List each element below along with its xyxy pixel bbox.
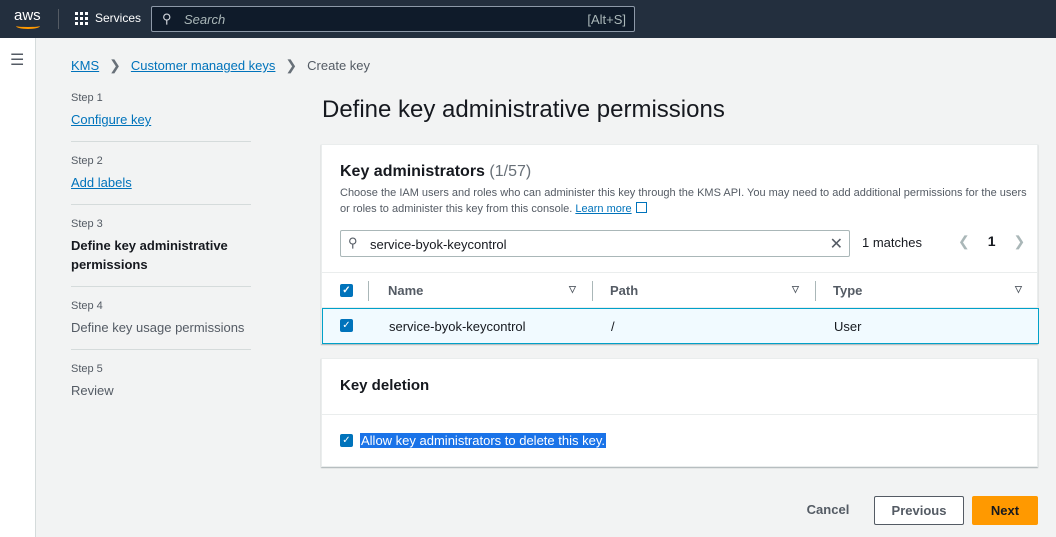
previous-button[interactable]: Previous: [874, 496, 964, 525]
services-label: Services: [95, 11, 142, 25]
table-row[interactable]: ✓ service-byok-keycontrol / User: [322, 308, 1039, 344]
menu-icon[interactable]: ☰: [10, 50, 24, 70]
panel-description: Choose the IAM users and roles who can a…: [340, 185, 1030, 217]
chevron-right-icon: ❯: [285, 57, 298, 73]
step-current-label: Define key administrative permissions: [71, 238, 228, 272]
step-number: Step 1: [71, 92, 103, 104]
row-name: service-byok-keycontrol: [389, 319, 526, 334]
sort-icon[interactable]: ▽: [569, 284, 576, 295]
match-count: 1 matches: [862, 235, 922, 250]
breadcrumb: KMS ❯ Customer managed keys ❯ Create key: [71, 57, 370, 74]
step-4: Step 4 Define key usage permissions: [71, 300, 251, 350]
search-value: service-byok-keycontrol: [370, 237, 507, 252]
breadcrumb-current: Create key: [307, 58, 371, 73]
next-page-icon[interactable]: ❯: [1014, 233, 1026, 250]
allow-deletion-checkbox[interactable]: ✓: [340, 434, 353, 447]
step-label: Define key usage permissions: [71, 320, 245, 335]
next-button[interactable]: Next: [972, 496, 1038, 525]
wizard-steps: Step 1 Configure key Step 2 Add labels Ste…: [71, 92, 251, 425]
key-deletion-panel: Key deletion ✓ Allow key administrators …: [321, 358, 1038, 467]
step-number: Step 4: [71, 300, 103, 312]
column-header-name[interactable]: Name: [388, 283, 423, 298]
step-number: Step 3: [71, 218, 103, 230]
search-icon: ⚲: [348, 235, 358, 250]
step-link-add-labels[interactable]: Add labels: [71, 175, 132, 190]
sort-icon[interactable]: ▽: [1015, 284, 1022, 295]
admin-search-input[interactable]: ⚲ service-byok-keycontrol ✕: [340, 230, 850, 257]
step-3: Step 3 Define key administrative permissi…: [71, 218, 251, 287]
column-header-path[interactable]: Path: [610, 283, 638, 298]
select-all-checkbox[interactable]: ✓: [340, 284, 353, 297]
side-navigation-collapsed: ☰: [0, 38, 36, 537]
sort-icon[interactable]: ▽: [792, 284, 799, 295]
page-title: Define key administrative permissions: [322, 96, 725, 123]
selection-count: (1/57): [489, 163, 532, 180]
panel-title: Key deletion: [340, 377, 430, 394]
global-search-input[interactable]: ⚲ Search [Alt+S]: [151, 6, 635, 32]
key-administrators-panel: Key administrators (1/57) Choose the IAM…: [321, 144, 1039, 344]
allow-deletion-label[interactable]: Allow key administrators to delete this …: [360, 433, 606, 448]
table-header: ✓ Name ▽ Path ▽ Type ▽: [322, 272, 1037, 308]
description-text: Choose the IAM users and roles who can a…: [340, 187, 1027, 215]
step-label: Review: [71, 383, 114, 398]
pagination: ❮ 1 ❯: [958, 233, 1025, 250]
logo-text: aws: [14, 7, 41, 24]
divider: [322, 414, 1037, 415]
column-header-type[interactable]: Type: [833, 283, 862, 298]
top-navigation: aws Services ⚲ Search [Alt+S]: [0, 0, 1056, 38]
breadcrumb-customer-managed-keys[interactable]: Customer managed keys: [131, 58, 276, 73]
search-shortcut: [Alt+S]: [587, 12, 626, 27]
step-number: Step 2: [71, 155, 103, 167]
grid-icon: [75, 11, 88, 25]
step-link-configure-key[interactable]: Configure key: [71, 112, 151, 127]
row-checkbox[interactable]: ✓: [340, 319, 353, 332]
current-page[interactable]: 1: [988, 233, 996, 250]
prev-page-icon[interactable]: ❮: [958, 233, 970, 250]
row-path: /: [611, 319, 615, 334]
divider: [58, 9, 59, 29]
learn-more-link[interactable]: Learn more: [575, 203, 631, 215]
external-link-icon: [635, 202, 647, 213]
step-1: Step 1 Configure key: [71, 92, 251, 142]
services-menu-button[interactable]: Services: [75, 11, 141, 25]
step-number: Step 5: [71, 363, 103, 375]
breadcrumb-kms[interactable]: KMS: [71, 58, 99, 73]
panel-title: Key administrators (1/57): [340, 163, 531, 181]
step-5: Step 5 Review: [71, 363, 251, 412]
cancel-button[interactable]: Cancel: [800, 496, 856, 525]
step-2: Step 2 Add labels: [71, 155, 251, 205]
search-placeholder: Search: [184, 12, 226, 27]
clear-icon[interactable]: ✕: [830, 234, 843, 254]
chevron-right-icon: ❯: [109, 57, 121, 73]
row-type: User: [834, 319, 862, 334]
aws-logo[interactable]: aws: [14, 7, 41, 29]
search-icon: ⚲: [162, 11, 172, 26]
panel-title-text: Key administrators: [340, 163, 485, 180]
